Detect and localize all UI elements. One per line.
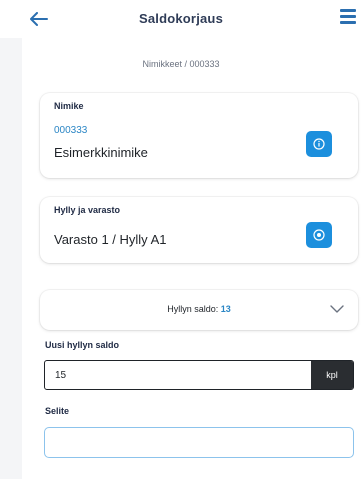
item-name: Esimerkkinimike bbox=[54, 145, 148, 160]
shelf-balance-value: 13 bbox=[220, 304, 231, 314]
shelf-balance-label: Hyllyn saldo: bbox=[167, 304, 219, 314]
item-info-button[interactable] bbox=[306, 131, 332, 157]
shelf-balance-text: Hyllyn saldo: 13 bbox=[40, 304, 358, 314]
shelf-card: Hylly ja varasto Varasto 1 / Hylly A1 bbox=[40, 197, 358, 263]
breadcrumb[interactable]: Nimikkeet / 000333 bbox=[0, 59, 362, 69]
shelf-select-button[interactable] bbox=[306, 222, 332, 248]
menu-button[interactable] bbox=[340, 9, 360, 29]
shelf-balance-panel[interactable]: Hyllyn saldo: 13 bbox=[40, 290, 358, 330]
item-card: Nimike 000333 Esimerkkinimike bbox=[40, 93, 358, 178]
shelf-value: Varasto 1 / Hylly A1 bbox=[54, 232, 167, 247]
item-code: 000333 bbox=[54, 125, 88, 136]
new-balance-field: kpl bbox=[44, 360, 354, 390]
page-title: Saldokorjaus bbox=[138, 11, 224, 26]
unit-label: kpl bbox=[311, 361, 353, 389]
hamburger-menu-icon bbox=[340, 9, 360, 24]
item-card-label: Nimike bbox=[54, 101, 84, 111]
shelf-card-label: Hylly ja varasto bbox=[54, 205, 121, 215]
top-bar: Saldokorjaus bbox=[0, 0, 362, 38]
info-icon bbox=[313, 138, 325, 150]
description-input[interactable] bbox=[44, 427, 354, 458]
description-label: Selite bbox=[45, 406, 70, 416]
new-balance-label: Uusi hyllyn saldo bbox=[45, 340, 120, 350]
chevron-down-icon[interactable] bbox=[330, 304, 344, 314]
new-balance-input[interactable] bbox=[45, 361, 313, 389]
target-icon bbox=[313, 229, 325, 241]
